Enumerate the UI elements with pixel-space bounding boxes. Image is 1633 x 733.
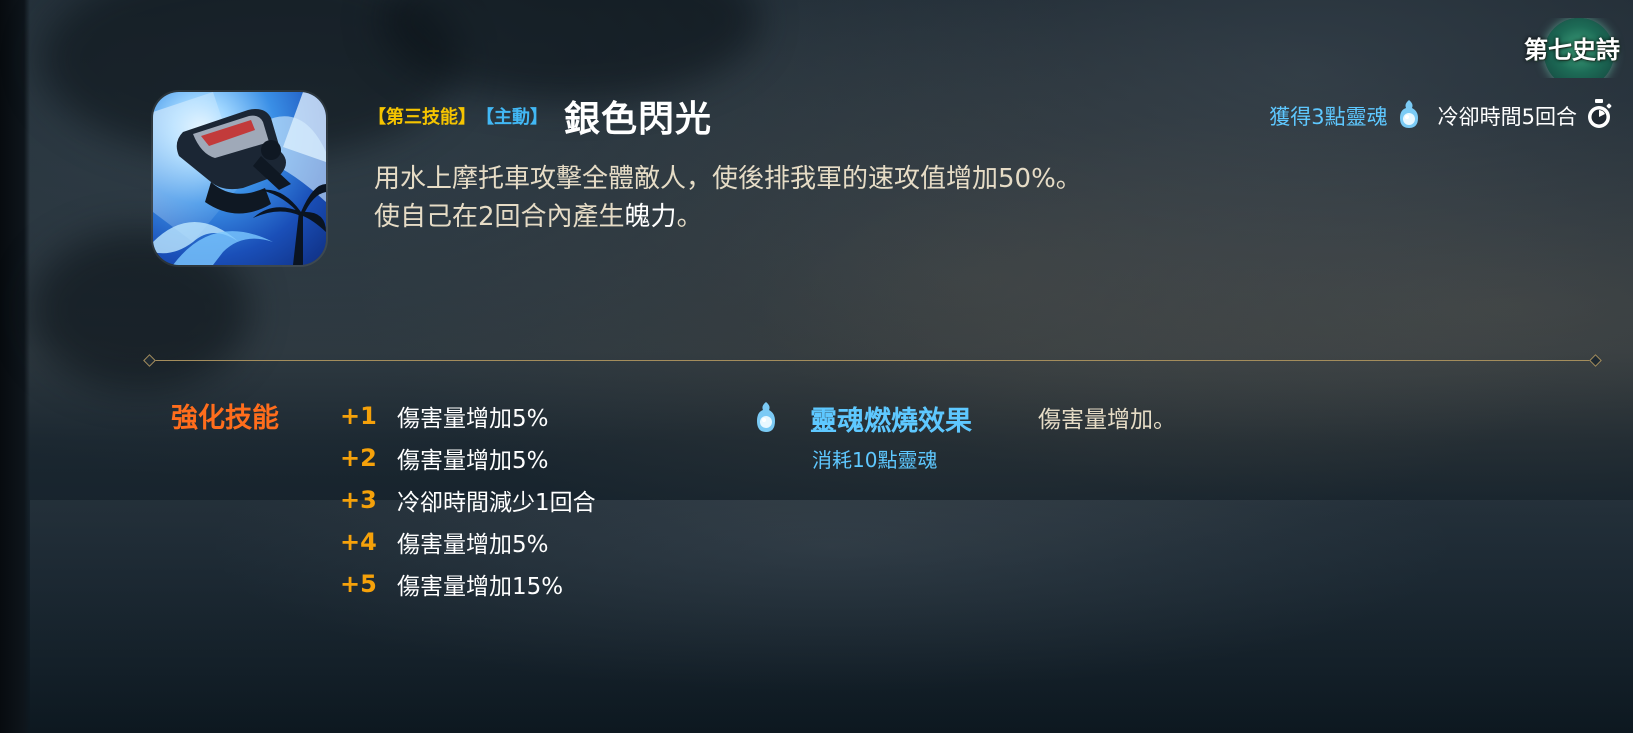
upgrade-item: +2 傷害量增加5% bbox=[340, 437, 700, 479]
upgrade-item: +4 傷害量增加5% bbox=[340, 521, 700, 563]
skill-description: 用水上摩托車攻擊全體敵人，使後排我軍的速攻值增加50%。 使自己在2回合內產生魄… bbox=[374, 160, 1174, 236]
upgrade-level: +1 bbox=[340, 402, 377, 430]
description-line-2: 使自己在2回合內產生魄力。 bbox=[374, 198, 1174, 236]
skill-type-tag: 【主動】 bbox=[476, 107, 548, 128]
upgrade-effect: 傷害量增加5% bbox=[397, 448, 549, 474]
upgrade-level: +5 bbox=[340, 570, 377, 598]
upgrade-level: +4 bbox=[340, 528, 377, 556]
game-logo-emblem: 第七史詩 bbox=[1522, 18, 1633, 78]
upgrade-item: +5 傷害量增加15% bbox=[340, 563, 700, 605]
skill-meta: 獲得3點靈魂 冷卻時間5回合 bbox=[1269, 96, 1613, 136]
upgrade-item: +1 傷害量增加5% bbox=[340, 395, 700, 437]
left-edge-shade bbox=[0, 0, 30, 733]
buff-keyword-link[interactable]: 魄力 bbox=[625, 202, 677, 232]
soulburn-effect: 傷害量增加。 bbox=[1038, 407, 1176, 433]
jet-ski-skill-icon bbox=[153, 92, 326, 265]
section-divider bbox=[148, 360, 1596, 361]
upgrade-item: +3 冷卻時間減少1回合 bbox=[340, 479, 700, 521]
skill-detail-screen: 第七史詩 【第三技能】 【主動】 銀色閃光 獲得3點靈魂 冷卻時間5回合 用水上… bbox=[0, 0, 1633, 733]
upgrade-effect: 傷害量增加5% bbox=[397, 406, 549, 432]
upgrade-effect: 傷害量增加15% bbox=[397, 574, 564, 600]
description-line-2-suffix: 。 bbox=[676, 202, 703, 232]
skill-name: 銀色閃光 bbox=[564, 99, 713, 140]
upgrade-effect: 冷卻時間減少1回合 bbox=[397, 490, 596, 516]
upgrade-level: +2 bbox=[340, 444, 377, 472]
emblem-text: 第七史詩 bbox=[1524, 35, 1620, 64]
soulburn-title: 靈魂燃燒效果 bbox=[810, 406, 972, 437]
upgrade-effect: 傷害量增加5% bbox=[397, 532, 549, 558]
soul-flame-icon bbox=[1396, 98, 1422, 134]
soulburn-cost: 消耗10點靈魂 bbox=[812, 448, 938, 472]
skill-slot-tag: 【第三技能】 bbox=[368, 107, 476, 128]
description-line-1: 用水上摩托車攻擊全體敵人，使後排我軍的速攻值增加50%。 bbox=[374, 164, 1082, 194]
cooldown-text: 冷卻時間5回合 bbox=[1437, 105, 1577, 129]
stopwatch-icon bbox=[1585, 98, 1613, 134]
sea-background bbox=[30, 500, 1633, 733]
upgrade-section-label: 強化技能 bbox=[171, 403, 279, 434]
soul-flame-icon bbox=[753, 400, 779, 438]
upgrade-list: +1 傷害量增加5% +2 傷害量增加5% +3 冷卻時間減少1回合 +4 傷害… bbox=[340, 395, 700, 605]
description-line-2-prefix: 使自己在2回合內產生 bbox=[374, 202, 625, 232]
soul-gain-text: 獲得3點靈魂 bbox=[1269, 105, 1388, 129]
divider-ornament-right bbox=[1589, 354, 1602, 367]
upgrade-level: +3 bbox=[340, 486, 377, 514]
skill-header: 【第三技能】 【主動】 銀色閃光 bbox=[368, 96, 712, 140]
